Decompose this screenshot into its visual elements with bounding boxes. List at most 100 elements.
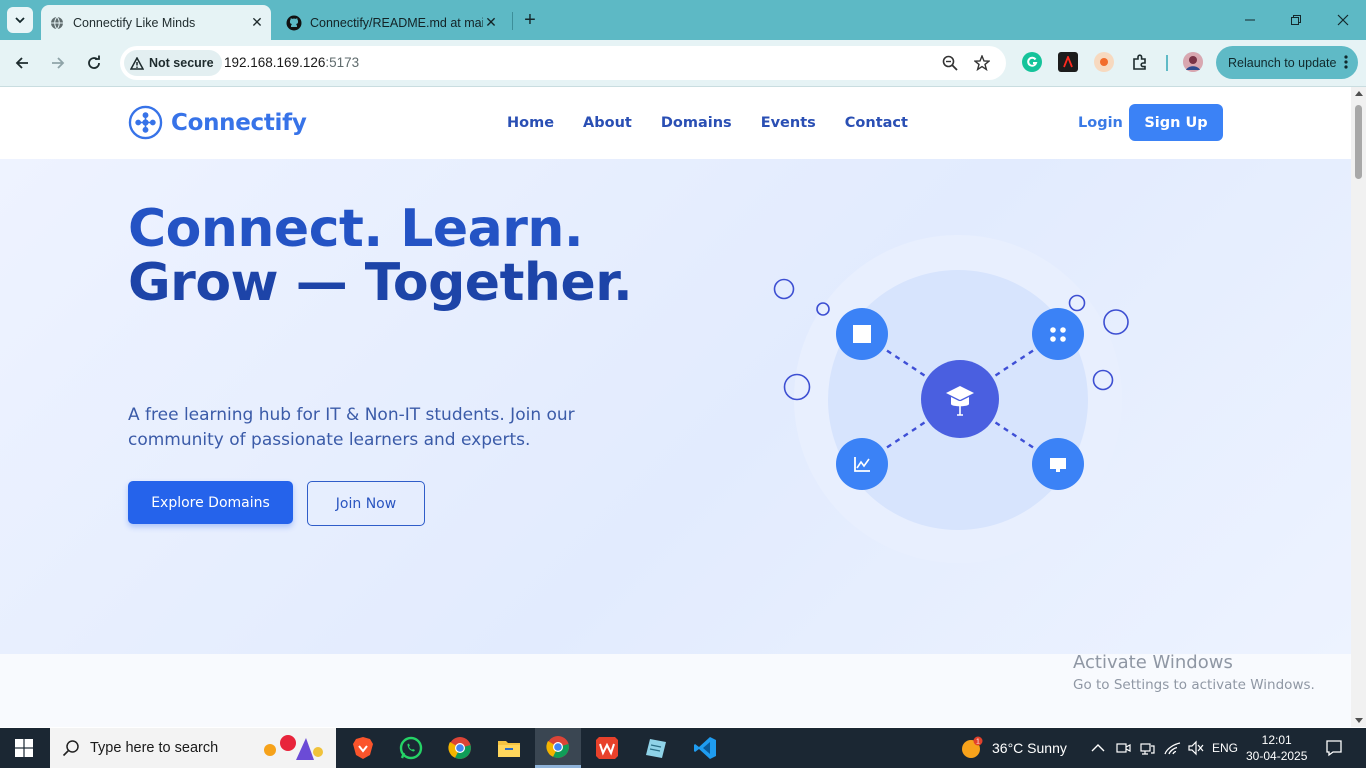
vscode-icon[interactable]	[682, 728, 728, 768]
extensions-puzzle-icon[interactable]	[1130, 52, 1150, 72]
honey-icon[interactable]	[1094, 52, 1114, 72]
security-label: Not secure	[149, 56, 214, 70]
url-port: :5173	[325, 55, 360, 70]
node-monitor	[1032, 438, 1084, 490]
restore-icon[interactable]	[1284, 8, 1308, 32]
grammarly-icon[interactable]	[1022, 52, 1042, 72]
join-now-button[interactable]: Join Now	[307, 481, 425, 526]
brave-icon[interactable]	[340, 728, 386, 768]
weather-text: 36°C Sunny	[992, 740, 1067, 756]
github-icon	[286, 15, 302, 31]
node-square	[836, 308, 888, 360]
nav-contact[interactable]: Contact	[845, 115, 908, 131]
adobe-icon[interactable]	[1058, 52, 1078, 72]
scroll-up-arrow-icon[interactable]	[1355, 91, 1363, 96]
signup-button[interactable]: Sign Up	[1129, 104, 1223, 141]
search-highlight-illustration	[264, 735, 323, 760]
system-clock[interactable]: 12:01 30-04-2025	[1246, 732, 1307, 764]
windows-logo-icon	[15, 739, 33, 757]
close-tab-icon[interactable]: ✕	[249, 14, 265, 31]
site-info-button[interactable]: Not secure	[124, 50, 222, 76]
clock-time: 12:01	[1261, 733, 1292, 747]
whatsapp-icon[interactable]	[388, 728, 434, 768]
url-text[interactable]: 192.168.169.126:5173	[224, 55, 359, 70]
close-window-icon[interactable]	[1331, 8, 1355, 32]
hero-section: Connect. Learn. Grow — Together. A free …	[0, 159, 1351, 654]
notification-center-icon[interactable]	[1325, 728, 1343, 768]
relaunch-to-update-button[interactable]: Relaunch to update	[1216, 46, 1358, 79]
toolbar-divider	[1166, 55, 1168, 71]
search-placeholder: Type here to search	[90, 740, 219, 756]
brand-logo[interactable]: Connectify	[128, 105, 307, 140]
node-users	[1032, 308, 1084, 360]
relaunch-label: Relaunch to update	[1228, 55, 1337, 70]
hero-headline: Connect. Learn. Grow — Together.	[128, 199, 633, 313]
center-hub	[921, 360, 999, 438]
node-chart	[836, 438, 888, 490]
login-link[interactable]: Login	[1078, 115, 1123, 131]
wifi-icon[interactable]	[1163, 728, 1181, 768]
tab-github-readme[interactable]: Connectify/README.md at mai ✕	[280, 5, 505, 40]
page-viewport: Connectify Home About Domains Events Con…	[0, 87, 1351, 727]
svg-text:1: 1	[976, 739, 980, 746]
watermark-subtitle: Go to Settings to activate Windows.	[1073, 677, 1315, 693]
nav-domains[interactable]: Domains	[661, 115, 732, 131]
bookmark-star-icon[interactable]	[973, 54, 991, 72]
chrome-icon[interactable]	[437, 728, 483, 768]
scrollbar-thumb[interactable]	[1355, 105, 1362, 179]
nav-home[interactable]: Home	[507, 115, 554, 131]
network-illustration	[773, 235, 1129, 563]
globe-icon	[49, 15, 65, 31]
search-icon	[62, 740, 79, 757]
hero-headline-line1: Connect. Learn.	[128, 199, 584, 259]
meet-now-icon[interactable]	[1115, 728, 1131, 768]
close-tab-icon[interactable]: ✕	[483, 14, 499, 31]
network-status-icon[interactable]	[1139, 728, 1155, 768]
taskbar-search-box[interactable]: Type here to search	[50, 728, 336, 768]
new-tab-button[interactable]: +	[519, 9, 541, 31]
nav-events[interactable]: Events	[761, 115, 816, 131]
address-bar[interactable]: Not secure 192.168.169.126:5173	[120, 46, 1006, 80]
browser-toolbar: Not secure 192.168.169.126:5173	[0, 40, 1366, 87]
chrome-active-icon[interactable]	[535, 728, 581, 768]
tab-separator	[512, 12, 513, 30]
arrow-left-icon	[15, 57, 28, 69]
input-language[interactable]: ENG	[1212, 728, 1238, 768]
url-host: 192.168.169.126	[224, 55, 326, 70]
explore-domains-button[interactable]: Explore Domains	[128, 481, 293, 524]
hero-headline-line2: Grow — Together.	[128, 253, 633, 313]
warning-triangle-icon	[130, 56, 144, 70]
nav-about[interactable]: About	[583, 115, 632, 131]
page-scrollbar[interactable]	[1351, 87, 1366, 727]
back-button[interactable]	[9, 50, 35, 76]
minimize-icon[interactable]	[1238, 8, 1262, 32]
volume-muted-icon[interactable]	[1187, 728, 1205, 768]
arrow-right-icon	[52, 57, 65, 69]
hero-subtitle: A free learning hub for IT & Non-IT stud…	[128, 405, 575, 450]
tab-connectify[interactable]: Connectify Like Minds ✕	[41, 5, 271, 40]
chevron-down-icon	[15, 17, 25, 24]
sun-icon: 1	[962, 736, 983, 758]
weather-widget[interactable]: 1 36°C Sunny	[960, 728, 1067, 768]
browser-tab-strip: Connectify Like Minds ✕ Connectify/READM…	[0, 0, 1366, 40]
connectify-logo-icon	[128, 105, 163, 140]
activate-windows-watermark: Activate Windows Go to Settings to activ…	[1073, 652, 1315, 693]
main-nav: Home About Domains Events Contact	[507, 115, 937, 131]
watermark-title: Activate Windows	[1073, 652, 1233, 673]
start-button[interactable]	[0, 728, 48, 768]
tab-search-button[interactable]	[7, 7, 33, 33]
wps-office-icon[interactable]	[584, 728, 630, 768]
notepad-icon[interactable]	[633, 728, 679, 768]
brand-name: Connectify	[171, 109, 307, 136]
show-hidden-icons-button[interactable]	[1091, 728, 1105, 768]
tab-title: Connectify/README.md at mai	[310, 15, 483, 30]
reload-button[interactable]	[81, 50, 107, 76]
more-vertical-icon[interactable]	[1344, 54, 1348, 73]
forward-button[interactable]	[45, 50, 71, 76]
tab-title: Connectify Like Minds	[73, 15, 196, 30]
file-explorer-icon[interactable]	[486, 728, 532, 768]
clock-date: 30-04-2025	[1246, 749, 1308, 763]
profile-avatar[interactable]	[1183, 52, 1203, 72]
zoom-icon[interactable]	[941, 54, 959, 72]
scroll-down-arrow-icon[interactable]	[1355, 718, 1363, 723]
